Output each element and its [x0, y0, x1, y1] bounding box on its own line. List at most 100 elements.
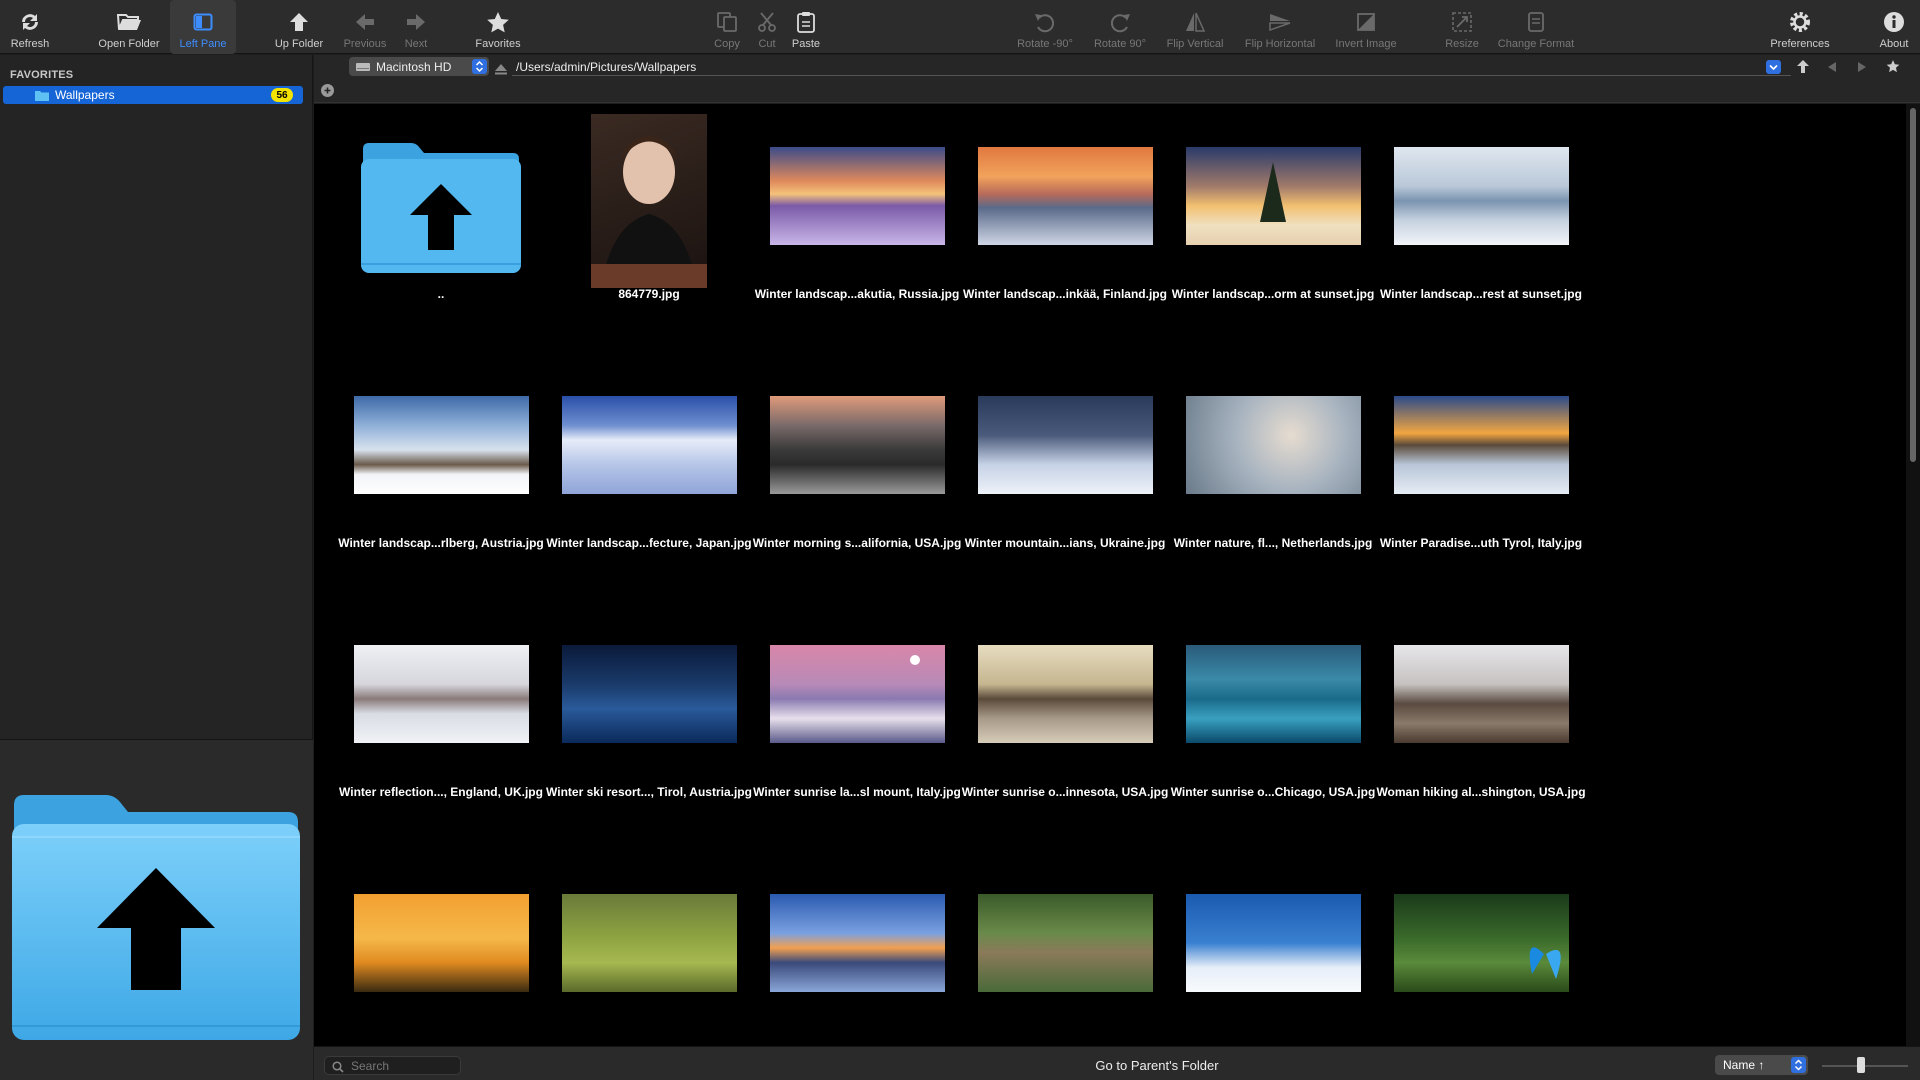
clipboard-icon — [792, 9, 820, 35]
flip-horizontal-label: Flip Horizontal — [1244, 38, 1316, 50]
thumbnail-grid: .. 864779.jpg Winter landscap...akutia, … — [314, 104, 1906, 1046]
refresh-button[interactable]: Refresh — [6, 0, 54, 54]
next-button[interactable]: Next — [396, 0, 436, 54]
portrait-thumbnail — [591, 114, 707, 288]
scissors-icon — [753, 9, 781, 35]
scrollbar-thumb[interactable] — [1910, 108, 1916, 462]
image-thumbnail — [978, 645, 1153, 743]
image-thumbnail — [978, 396, 1153, 494]
sidebar-icon — [189, 9, 217, 35]
rotate-ccw-label: Rotate -90° — [1017, 38, 1073, 50]
change-format-button[interactable]: Change Format — [1494, 0, 1578, 54]
copy-icon — [713, 9, 741, 35]
sidebar-item-wallpapers[interactable]: Wallpapers 56 — [3, 86, 303, 104]
sidebar: FAVORITES Wallpapers 56 — [0, 55, 313, 1080]
favorites-button[interactable]: Favorites — [466, 0, 530, 54]
volume-selector[interactable]: Macintosh HD — [349, 57, 489, 76]
image-thumbnail — [770, 645, 945, 743]
chevron-updown-icon — [472, 59, 487, 74]
image-thumbnail — [354, 645, 529, 743]
image-thumbnail — [770, 147, 945, 245]
about-button[interactable]: About — [1872, 0, 1916, 54]
flip-horizontal-button[interactable]: Flip Horizontal — [1238, 0, 1322, 54]
sort-value: Name ↑ — [1723, 1058, 1765, 1072]
image-thumbnail — [354, 894, 529, 992]
preferences-button[interactable]: Preferences — [1765, 0, 1835, 54]
rotate-cw-label: Rotate 90° — [1093, 38, 1147, 50]
invert-image-button[interactable]: Invert Image — [1330, 0, 1402, 54]
rotate-ccw-button[interactable]: Rotate -90° — [1010, 0, 1080, 54]
gear-icon — [1786, 9, 1814, 35]
zoom-slider-knob[interactable] — [1857, 1057, 1865, 1073]
invert-image-label: Invert Image — [1335, 38, 1397, 50]
rotate-cw-button[interactable]: Rotate 90° — [1088, 0, 1152, 54]
left-pane-toggle[interactable]: Left Pane — [170, 0, 236, 54]
file-item[interactable] — [1354, 851, 1608, 1046]
image-thumbnail — [1394, 645, 1569, 743]
favorites-label: Favorites — [475, 38, 521, 50]
arrow-up-icon — [285, 9, 313, 35]
rotate-right-icon — [1106, 9, 1134, 35]
path-bar: Macintosh HD /Users/admin/Pictures/Wallp… — [314, 55, 1920, 79]
file-item[interactable]: Winter landscap...rest at sunset.jpg — [1354, 104, 1608, 353]
previous-button[interactable]: Previous — [338, 0, 392, 54]
open-folder-button[interactable]: Open Folder — [94, 0, 164, 54]
up-folder-button[interactable]: Up Folder — [268, 0, 330, 54]
file-item[interactable]: Woman hiking al...shington, USA.jpg — [1354, 602, 1608, 851]
tab-row — [314, 79, 1920, 103]
refresh-label: Refresh — [10, 38, 50, 50]
chevron-updown-icon — [1791, 1057, 1806, 1073]
vertical-scrollbar[interactable] — [1906, 104, 1920, 1046]
add-tab-button[interactable] — [321, 84, 334, 97]
cut-button[interactable]: Cut — [752, 0, 782, 54]
copy-button[interactable]: Copy — [707, 0, 747, 54]
file-name: Winter Paradise...uth Tyrol, Italy.jpg — [1379, 536, 1583, 550]
path-forward-icon[interactable] — [1856, 60, 1868, 78]
arrow-left-icon — [351, 9, 379, 35]
paste-button[interactable]: Paste — [786, 0, 826, 54]
flip-horizontal-icon — [1266, 9, 1294, 35]
plus-icon — [324, 87, 331, 94]
up-folder-label: Up Folder — [274, 38, 324, 50]
image-thumbnail — [562, 645, 737, 743]
image-thumbnail — [1186, 396, 1361, 494]
change-format-label: Change Format — [1497, 38, 1575, 50]
sort-select[interactable]: Name ↑ — [1715, 1055, 1808, 1075]
item-count-badge: 56 — [271, 88, 293, 102]
paste-label: Paste — [791, 38, 821, 50]
preview-pane — [0, 740, 313, 1080]
path-favorite-star-icon[interactable] — [1886, 59, 1900, 78]
chevron-down-icon[interactable] — [1766, 60, 1781, 74]
left-pane-label: Left Pane — [179, 38, 227, 50]
flip-vertical-icon — [1181, 9, 1209, 35]
folder-icon — [35, 90, 49, 101]
previous-label: Previous — [343, 38, 387, 50]
zoom-slider-track[interactable] — [1822, 1065, 1908, 1067]
format-icon — [1522, 9, 1550, 35]
eject-icon[interactable] — [495, 62, 507, 80]
sidebar-item-label: Wallpapers — [55, 88, 115, 102]
search-input[interactable]: Search — [324, 1056, 461, 1075]
path-up-icon[interactable] — [1797, 60, 1809, 78]
image-thumbnail — [562, 894, 737, 992]
app-window: Refresh Open Folder Left Pane Up Folder … — [0, 0, 1920, 1080]
image-thumbnail — [978, 894, 1153, 992]
info-icon — [1880, 9, 1908, 35]
file-name: Woman hiking al...shington, USA.jpg — [1376, 785, 1586, 799]
path-back-icon[interactable] — [1826, 60, 1838, 78]
flip-vertical-label: Flip Vertical — [1166, 38, 1224, 50]
folder-up-icon — [361, 137, 521, 273]
file-item[interactable]: Winter Paradise...uth Tyrol, Italy.jpg — [1354, 353, 1608, 602]
path-field[interactable]: /Users/admin/Pictures/Wallpapers — [512, 57, 1791, 76]
invert-icon — [1352, 9, 1380, 35]
toolbar: Refresh Open Folder Left Pane Up Folder … — [0, 0, 1920, 54]
flip-vertical-button[interactable]: Flip Vertical — [1160, 0, 1230, 54]
refresh-icon — [16, 9, 44, 35]
open-folder-label: Open Folder — [98, 38, 160, 50]
star-icon — [484, 9, 512, 35]
search-icon — [332, 1060, 344, 1078]
image-thumbnail — [1394, 894, 1569, 992]
resize-button[interactable]: Resize — [1442, 0, 1482, 54]
image-thumbnail — [978, 147, 1153, 245]
file-name: Winter landscap...rest at sunset.jpg — [1380, 287, 1582, 301]
